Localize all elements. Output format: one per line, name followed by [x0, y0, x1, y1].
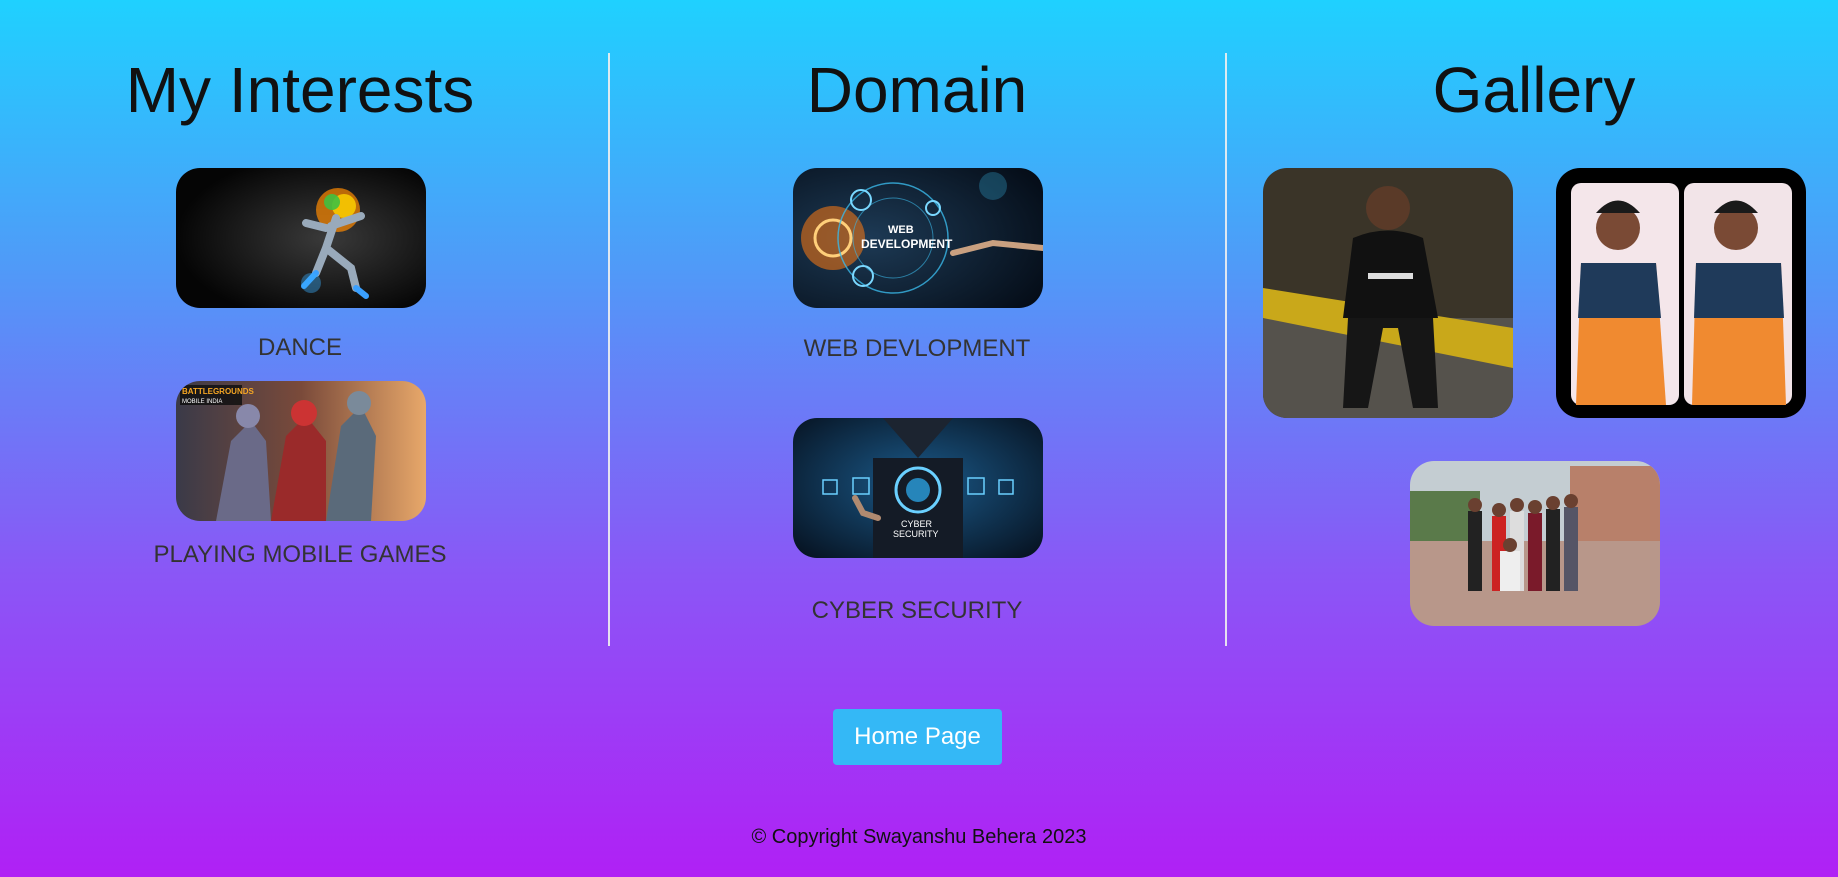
domain-label-web: WEB DEVLOPMENT — [803, 335, 1031, 362]
interest-label-games: PLAYING MOBILE GAMES — [153, 541, 447, 568]
cyber-image-text-1: CYBER — [901, 519, 933, 529]
web-image-text-1: WEB — [888, 224, 914, 236]
gallery-title: Gallery — [1432, 54, 1636, 126]
column-divider-2 — [1225, 53, 1227, 646]
cyber-image-text-2: SECURITY — [893, 529, 939, 539]
column-divider-1 — [608, 53, 610, 646]
footer-copyright: © Copyright Swayanshu Behera 2023 — [751, 826, 1087, 848]
battlegrounds-mobile-image: BATTLEGROUNDS MOBILE INDIA — [176, 381, 426, 521]
interests-title: My Interests — [125, 54, 475, 126]
domain-title: Domain — [806, 54, 1028, 126]
web-development-image: WEB DEVELOPMENT — [793, 168, 1043, 308]
gallery-photo-group — [1410, 461, 1660, 626]
game-logo-line2: MOBILE INDIA — [182, 399, 222, 405]
home-page-button[interactable]: Home Page — [833, 709, 1002, 765]
cyber-security-image: CYBER SECURITY — [793, 418, 1043, 558]
gallery-photo-sitting — [1263, 168, 1513, 418]
interest-label-dance: DANCE — [257, 334, 342, 361]
web-image-text-2: DEVELOPMENT — [861, 237, 953, 251]
dance-image — [176, 168, 426, 308]
domain-label-cyber: CYBER SECURITY — [811, 597, 1023, 624]
game-logo-line1: BATTLEGROUNDS — [182, 387, 255, 396]
gallery-photo-selfies — [1556, 168, 1806, 418]
